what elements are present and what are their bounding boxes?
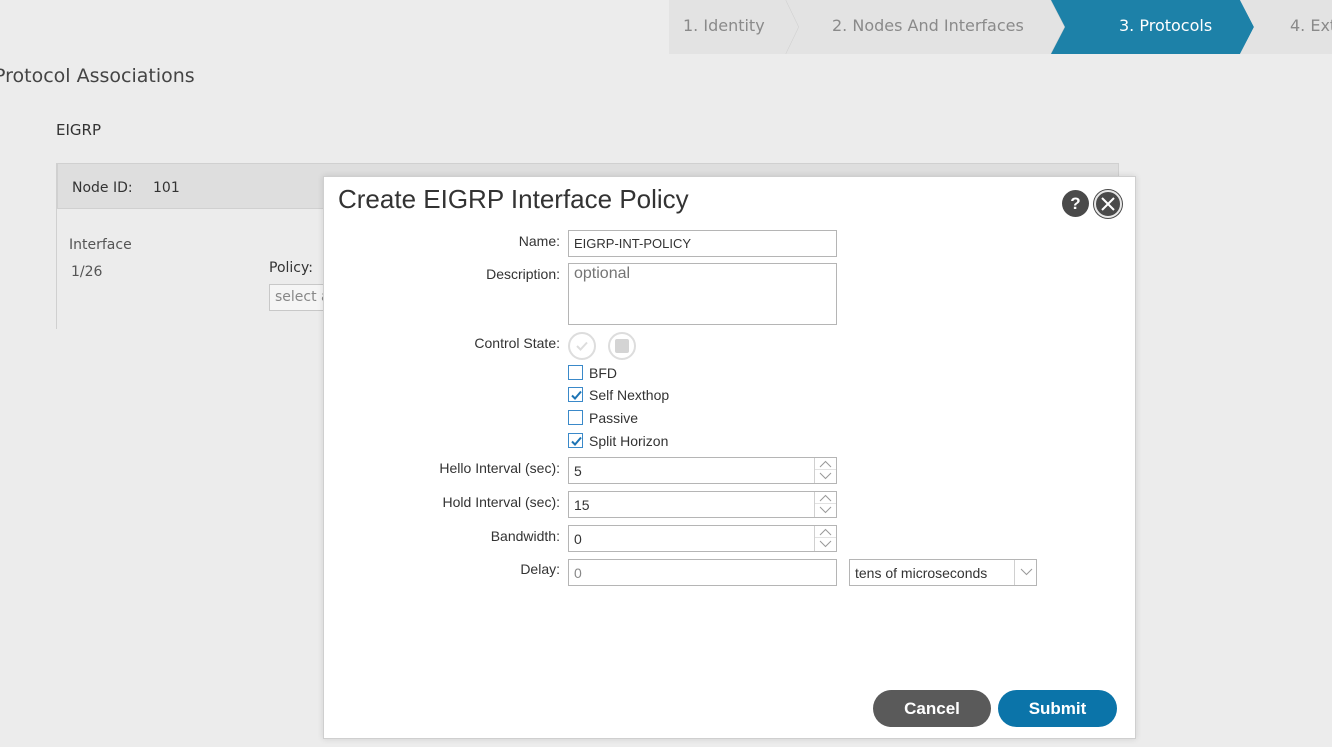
name-input[interactable] [568,230,837,257]
description-label: Description: [486,266,560,282]
chevron-up-icon[interactable] [815,458,836,470]
policy-label: Policy: [269,260,313,276]
interface-label: Interface [69,237,132,253]
hello-interval-value[interactable]: 5 [574,463,582,479]
hold-interval-label: Hold Interval (sec): [442,494,560,510]
wizard-step-external[interactable]: 4. Ext [1253,0,1332,54]
bandwidth-label: Bandwidth: [490,528,560,544]
close-icon[interactable] [1094,190,1122,218]
chevron-down-icon[interactable] [1014,560,1036,585]
name-label: Name: [518,233,560,249]
hello-interval-label: Hello Interval (sec): [439,460,560,476]
page-title: Protocol Associations [0,65,195,87]
description-input[interactable] [568,263,837,325]
wizard-step-nodes-interfaces[interactable]: 2. Nodes And Interfaces [786,0,1065,54]
checkbox-label: Split Horizon [589,433,669,449]
submit-button[interactable]: Submit [998,690,1117,727]
chevron-down-icon[interactable] [815,504,836,516]
bandwidth-value[interactable]: 0 [574,531,582,547]
chevron-down-icon[interactable] [815,538,836,550]
delay-unit-select[interactable]: tens of microseconds [849,559,1037,586]
hold-interval-value[interactable]: 15 [574,497,590,513]
wizard-step-label: 2. Nodes And Interfaces [832,16,1024,35]
checkbox-split-horizon-box[interactable] [568,433,583,448]
section-title: EIGRP [56,121,101,139]
chevron-up-icon[interactable] [815,492,836,504]
create-eigrp-policy-dialog: Create EIGRP Interface Policy ? Name: De… [323,176,1136,739]
wizard-step-label: 4. Ext [1290,16,1332,35]
check-circle-icon [568,332,596,360]
stepper-controls [814,492,836,517]
node-id-label: Node ID: [72,180,133,196]
interface-value: 1/26 [71,264,103,280]
wizard-step-label: 1. Identity [683,16,765,35]
hold-interval-stepper[interactable]: 15 [568,491,837,518]
chevron-down-icon[interactable] [815,470,836,482]
checkbox-label: Self Nexthop [589,387,670,403]
wizard-step-protocols[interactable]: 3. Protocols [1051,0,1256,54]
bandwidth-stepper[interactable]: 0 [568,525,837,552]
wizard-step-identity[interactable]: 1. Identity [669,0,799,54]
help-icon[interactable]: ? [1062,190,1089,217]
control-state-label: Control State: [474,335,560,351]
cancel-button[interactable]: Cancel [873,690,991,727]
delay-input[interactable] [568,559,837,586]
stop-circle-icon [608,332,636,360]
chevron-up-icon[interactable] [815,526,836,538]
checkbox-label: BFD [589,365,617,381]
wizard-steps: 1. Identity 2. Nodes And Interfaces 3. P… [669,0,1332,54]
stepper-controls [814,458,836,483]
checkbox-bfd-box[interactable] [568,365,583,380]
checkbox-self-nexthop-box[interactable] [568,387,583,402]
checkbox-passive-box[interactable] [568,410,583,425]
checkbox-label: Passive [589,410,639,426]
wizard-step-label: 3. Protocols [1119,16,1213,35]
delay-unit-value: tens of microseconds [855,565,988,581]
delay-label: Delay: [520,561,560,577]
dialog-title: Create EIGRP Interface Policy [338,184,689,214]
stepper-controls [814,526,836,551]
hello-interval-stepper[interactable]: 5 [568,457,837,484]
node-id-value: 101 [153,180,180,196]
